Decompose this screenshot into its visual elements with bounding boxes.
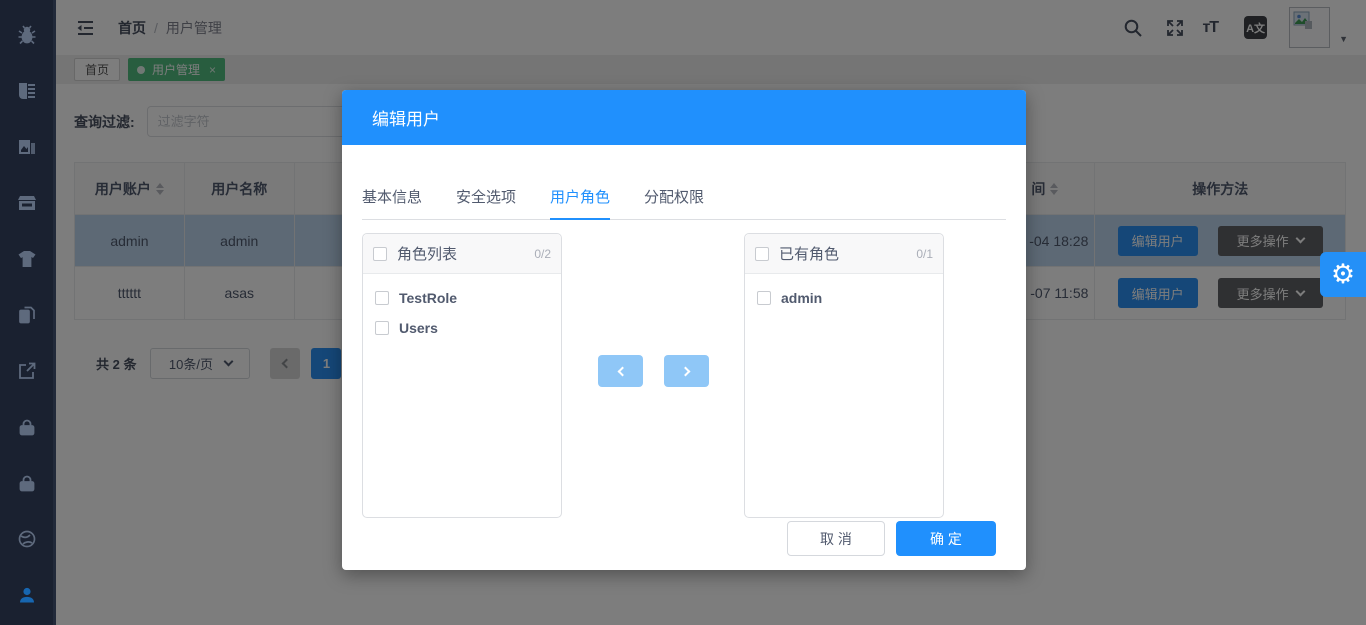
item-label: Users xyxy=(399,320,438,336)
chevron-right-icon xyxy=(680,366,690,376)
book-icon[interactable] xyxy=(16,80,38,102)
modal-tabs: 基本信息 安全选项 用户角色 分配权限 xyxy=(362,190,1006,220)
transfer-source-header[interactable]: 角色列表 0/2 xyxy=(363,234,561,274)
panel-title: 角色列表 xyxy=(397,243,457,264)
tab-user-roles[interactable]: 用户角色 xyxy=(550,190,610,220)
modal-title: 编辑用户 xyxy=(372,105,440,130)
gear-icon: ⚙ xyxy=(1331,259,1355,290)
item-checkbox[interactable] xyxy=(375,321,389,335)
external-link-icon[interactable] xyxy=(16,360,38,382)
transfer-source-items: TestRole Users xyxy=(363,274,561,352)
tab-basic-info[interactable]: 基本信息 xyxy=(362,190,422,219)
archive-file-icon[interactable] xyxy=(16,192,38,214)
item-label: admin xyxy=(781,290,822,306)
select-all-checkbox[interactable] xyxy=(755,247,769,261)
cancel-button[interactable]: 取 消 xyxy=(787,521,885,556)
panel-count: 0/2 xyxy=(534,247,551,261)
transfer-left-button[interactable] xyxy=(598,355,643,387)
globe-icon[interactable] xyxy=(16,528,38,550)
sidebar xyxy=(0,0,56,625)
bug-icon[interactable] xyxy=(16,24,38,46)
transfer-target-items: admin xyxy=(745,274,943,322)
tshirt-icon[interactable] xyxy=(16,248,38,270)
transfer-right-button[interactable] xyxy=(664,355,709,387)
transfer-target-header[interactable]: 已有角色 0/1 xyxy=(745,234,943,274)
settings-gear-button[interactable]: ⚙ xyxy=(1320,252,1366,297)
lock-icon[interactable] xyxy=(16,416,38,438)
panel-title: 已有角色 xyxy=(779,243,839,264)
user-icon[interactable] xyxy=(16,584,38,606)
item-checkbox[interactable] xyxy=(375,291,389,305)
list-item[interactable]: admin xyxy=(745,283,943,313)
panel-count: 0/1 xyxy=(916,247,933,261)
chevron-left-icon xyxy=(617,366,627,376)
item-checkbox[interactable] xyxy=(757,291,771,305)
lock-icon[interactable] xyxy=(16,472,38,494)
modal-footer: 取 消 确 定 xyxy=(787,521,996,556)
list-item[interactable]: Users xyxy=(363,313,561,343)
transfer-target-panel: 已有角色 0/1 admin xyxy=(744,233,944,518)
tab-security-options[interactable]: 安全选项 xyxy=(456,190,516,219)
list-item[interactable]: TestRole xyxy=(363,283,561,313)
edit-user-modal: 编辑用户 基本信息 安全选项 用户角色 分配权限 角色列表 0/2 TestRo… xyxy=(342,90,1026,570)
copy-icon[interactable] xyxy=(16,304,38,326)
app-screen: 首页 / 用户管理 тT A文 xyxy=(0,0,1366,625)
select-all-checkbox[interactable] xyxy=(373,247,387,261)
confirm-button[interactable]: 确 定 xyxy=(896,521,996,556)
image-icon[interactable] xyxy=(16,136,38,158)
item-label: TestRole xyxy=(399,290,457,306)
modal-header: 编辑用户 xyxy=(342,90,1026,145)
tab-assign-permissions[interactable]: 分配权限 xyxy=(644,190,704,219)
transfer-source-panel: 角色列表 0/2 TestRole Users xyxy=(362,233,562,518)
